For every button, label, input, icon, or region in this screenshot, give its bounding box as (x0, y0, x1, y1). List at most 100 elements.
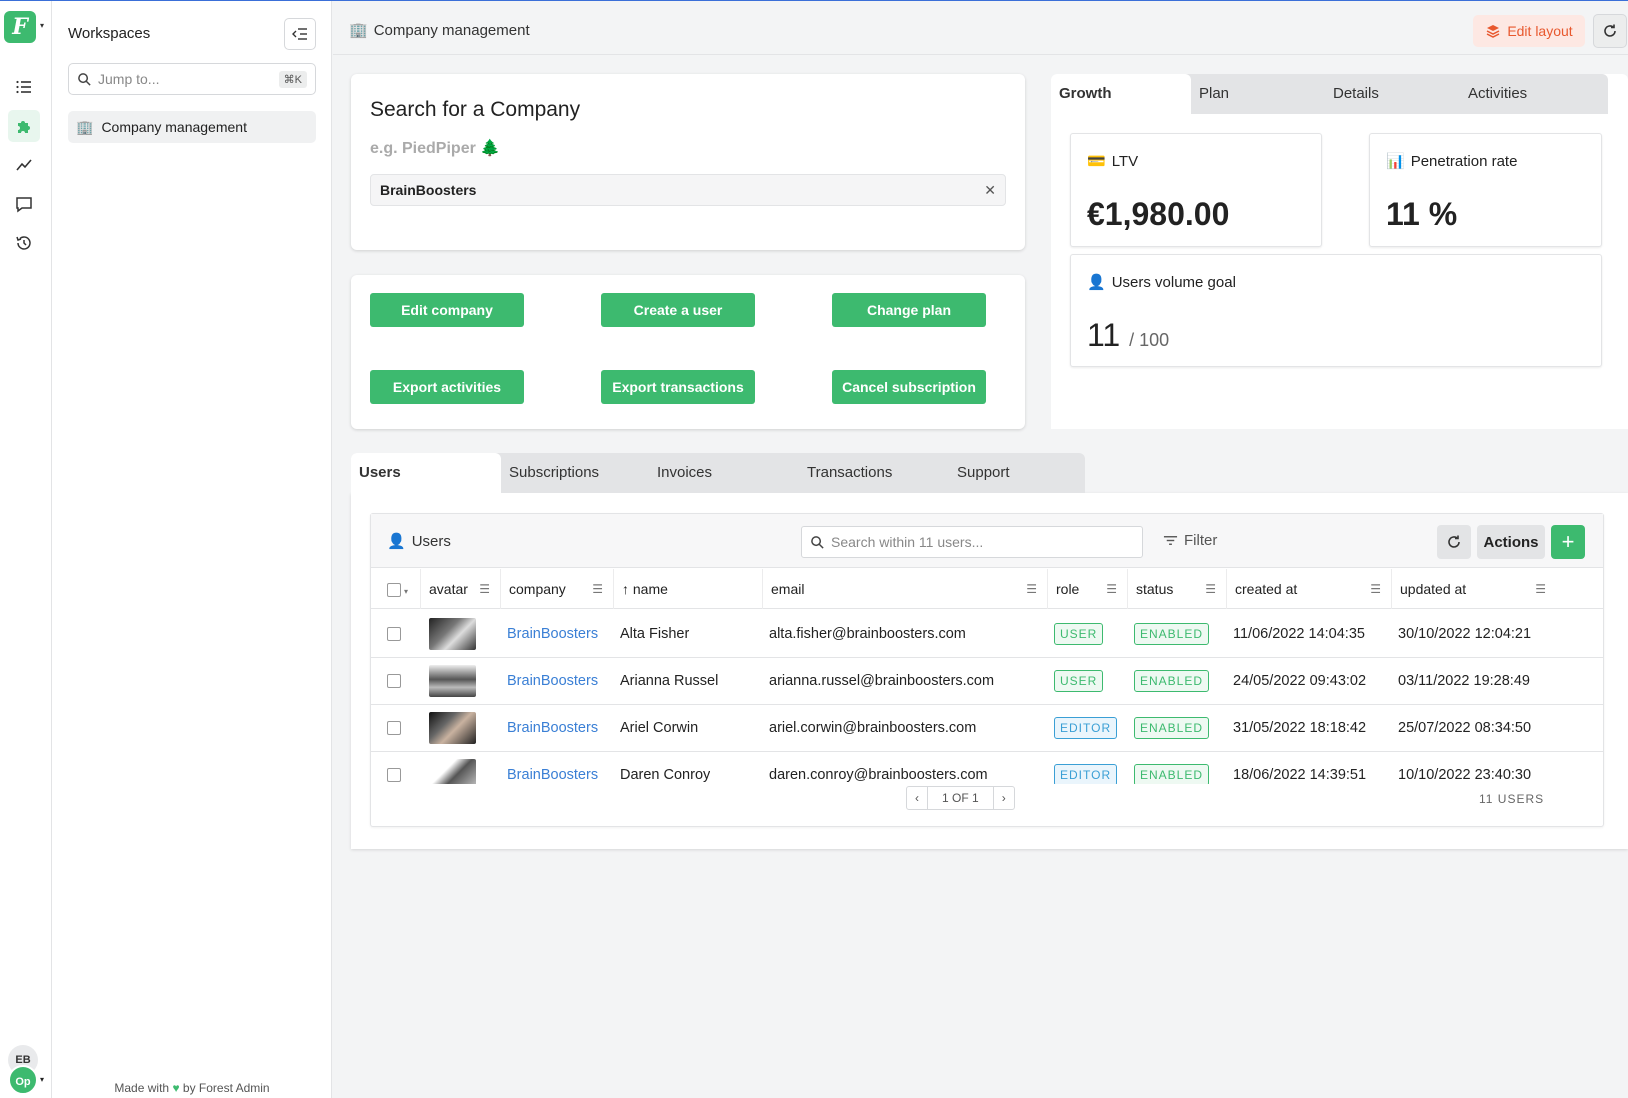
sort-arrow-icon: ↑ (622, 581, 633, 597)
change-plan-button[interactable]: Change plan (832, 293, 986, 327)
create-user-button[interactable]: Create a user (601, 293, 755, 327)
tab-subscriptions[interactable]: Subscriptions (501, 453, 649, 493)
column-header-email[interactable]: email ☰ (763, 569, 1048, 609)
column-header-name[interactable]: ↑ name (614, 569, 763, 609)
column-label: company (509, 581, 566, 597)
column-header-status[interactable]: status ☰ (1128, 569, 1227, 609)
caret-down-icon[interactable]: ▾ (40, 21, 44, 30)
next-page-icon[interactable]: › (992, 787, 1014, 809)
company-link[interactable]: BrainBoosters (507, 704, 598, 752)
jump-to-input[interactable]: Jump to... ⌘K (68, 63, 316, 95)
column-label: role (1056, 581, 1080, 597)
cancel-subscription-button[interactable]: Cancel subscription (832, 370, 986, 404)
tab-invoices[interactable]: Invoices (649, 453, 799, 493)
tab-details[interactable]: Details (1325, 74, 1460, 114)
heart-icon: ♥ (172, 1081, 180, 1095)
refresh-icon (1604, 24, 1616, 37)
column-header-role[interactable]: role ☰ (1048, 569, 1128, 609)
users-goal-value: 11 / 100 (1087, 317, 1169, 354)
project-avatar[interactable]: Op (8, 1065, 38, 1095)
tab-growth[interactable]: Growth (1051, 74, 1191, 114)
avatar-image (429, 759, 476, 784)
status-cell: ENABLED (1134, 610, 1210, 658)
filter-icon: ☰ (1026, 582, 1037, 596)
table-row[interactable]: BrainBoosters Arianna Russel arianna.rus… (371, 657, 1603, 705)
search-icon (78, 72, 91, 86)
forest-logo[interactable]: F (4, 11, 36, 43)
row-checkbox[interactable] (387, 610, 401, 658)
clear-icon[interactable]: ✕ (984, 182, 996, 199)
avatar-image (429, 618, 476, 650)
role-badge: USER (1054, 670, 1104, 693)
record-count: 11 USERS (1479, 792, 1545, 806)
table-row[interactable]: BrainBoosters Ariel Corwin ariel.corwin@… (371, 704, 1603, 752)
row-checkbox[interactable] (387, 657, 401, 705)
company-link[interactable]: BrainBoosters (507, 657, 598, 705)
role-cell: USER (1054, 610, 1104, 658)
collapse-sidebar-button[interactable] (284, 18, 316, 50)
company-link[interactable]: BrainBoosters (507, 610, 598, 658)
column-header-updated-at[interactable]: updated at ☰ (1392, 569, 1556, 609)
edit-layout-label: Edit layout (1507, 23, 1573, 39)
caret-down-icon[interactable]: ▾ (40, 1075, 44, 1084)
add-record-button[interactable]: + (1551, 525, 1585, 559)
search-widget-hint: e.g. PiedPiper 🌲 (370, 140, 501, 157)
workspaces-title: Workspaces (68, 25, 151, 42)
workspace-item-company-management[interactable]: 🏢 Company management (68, 111, 316, 143)
created-at-cell: 24/05/2022 09:43:02 (1233, 673, 1367, 689)
select-all-checkbox[interactable]: ▾ (371, 569, 421, 609)
layers-icon (1486, 25, 1500, 38)
column-label: status (1136, 581, 1174, 597)
table-refresh-button[interactable] (1437, 525, 1471, 559)
users-goal-target: / 100 (1129, 330, 1170, 350)
edit-company-button[interactable]: Edit company (370, 293, 524, 327)
column-header-avatar[interactable]: avatar ☰ (421, 569, 501, 609)
email-cell: daren.conroy@brainboosters.com (769, 767, 988, 783)
chart-line-icon[interactable] (8, 149, 40, 181)
tab-transactions[interactable]: Transactions (799, 453, 949, 493)
row-checkbox[interactable] (387, 751, 401, 784)
filter-button[interactable]: Filter (1163, 532, 1217, 549)
actions-button[interactable]: Actions (1477, 525, 1545, 559)
building-icon: 🏢 (349, 22, 368, 39)
column-header-created-at[interactable]: created at ☰ (1227, 569, 1392, 609)
email-cell: arianna.russel@brainboosters.com (769, 673, 995, 689)
updated-at-cell: 10/10/2022 23:40:30 (1398, 767, 1532, 783)
chat-icon[interactable] (8, 188, 40, 220)
column-label: name (632, 581, 668, 597)
filter-icon: ☰ (479, 582, 490, 596)
table-title: Users (411, 532, 451, 550)
users-goal-label: Users volume goal (1111, 273, 1236, 291)
list-icon[interactable] (8, 71, 40, 103)
company-search-input[interactable]: BrainBoosters ✕ (370, 174, 1006, 206)
ltv-card: 💳 LTV €1,980.00 (1070, 133, 1322, 247)
status-badge: ENABLED (1134, 623, 1210, 646)
export-activities-button[interactable]: Export activities (370, 370, 524, 404)
name-cell: Ariel Corwin (620, 720, 699, 736)
tab-users[interactable]: Users (351, 453, 501, 493)
company-search-value: BrainBoosters (380, 182, 477, 198)
name-cell: Arianna Russel (620, 673, 719, 689)
puzzle-icon[interactable] (8, 110, 40, 142)
updated-at-cell: 25/07/2022 08:34:50 (1398, 720, 1532, 736)
tab-activities[interactable]: Activities (1460, 74, 1608, 114)
refresh-button[interactable] (1593, 14, 1627, 48)
table-row[interactable]: BrainBoosters Alta Fisher alta.fisher@br… (371, 610, 1603, 658)
user-icon: 👤 (387, 533, 406, 550)
table-search-input[interactable]: Search within 11 users... (801, 526, 1143, 558)
search-icon (811, 535, 824, 549)
column-header-company[interactable]: company ☰ (501, 569, 614, 609)
export-transactions-button[interactable]: Export transactions (601, 370, 755, 404)
column-label: avatar (429, 581, 468, 597)
history-icon[interactable] (8, 227, 40, 259)
edit-layout-button[interactable]: Edit layout (1473, 15, 1585, 47)
prev-page-icon[interactable]: ‹ (907, 787, 927, 809)
table-toolbar: 👤 Users Search within 11 users... Filter … (371, 514, 1603, 568)
tab-support[interactable]: Support (949, 453, 1085, 493)
tab-plan[interactable]: Plan (1191, 74, 1325, 114)
table-row[interactable]: BrainBoosters Daren Conroy daren.conroy@… (371, 751, 1603, 784)
row-checkbox[interactable] (387, 704, 401, 752)
users-volume-goal-card: 👤 Users volume goal 11 / 100 (1070, 254, 1602, 367)
penetration-value: 11 % (1386, 196, 1458, 232)
company-link[interactable]: BrainBoosters (507, 751, 598, 784)
